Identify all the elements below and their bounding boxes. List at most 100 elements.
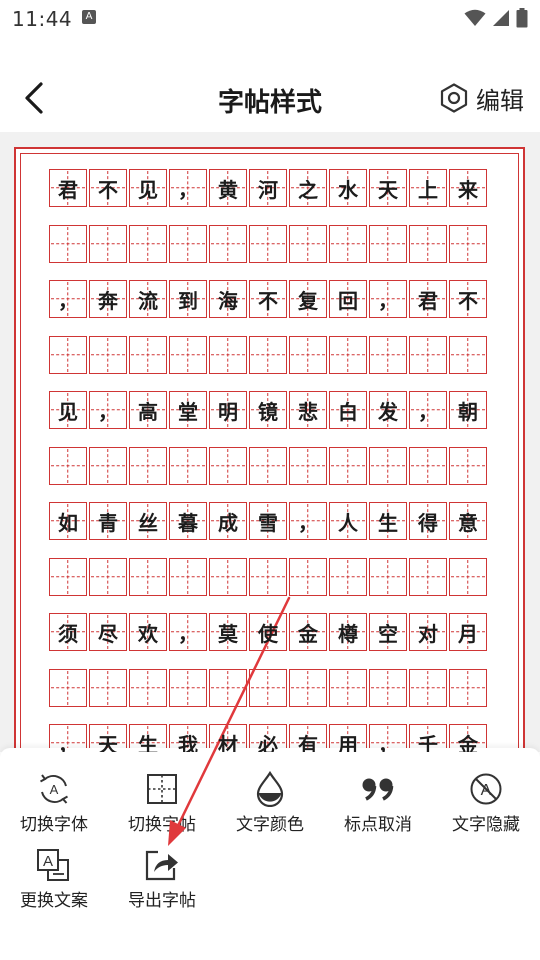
copybook-character: 流 bbox=[138, 288, 158, 313]
copybook-cell bbox=[289, 224, 327, 263]
back-button[interactable] bbox=[14, 78, 54, 118]
copybook-character bbox=[50, 670, 86, 706]
copybook-cell: 回 bbox=[329, 280, 367, 318]
copybook-character: 月 bbox=[458, 621, 478, 646]
copybook-cell bbox=[249, 446, 287, 485]
copybook-preview[interactable]: 君不见，黄河之水天上来，奔流到海不复回，君不见，高堂明镜悲白发，朝如青丝暮成雪，… bbox=[0, 132, 540, 752]
copybook-cell bbox=[369, 557, 407, 596]
copybook-character: 见 bbox=[58, 399, 78, 424]
copybook-cell: 樽 bbox=[329, 613, 367, 651]
copybook-cell: ， bbox=[89, 391, 127, 429]
switch-font-button[interactable]: A 切换字体 bbox=[0, 758, 108, 835]
copybook-character bbox=[370, 670, 406, 706]
cancel-punctuation-button[interactable]: 标点取消 bbox=[324, 758, 432, 835]
copybook-character bbox=[370, 226, 406, 262]
svg-text:A: A bbox=[50, 782, 59, 797]
copybook-cell bbox=[49, 668, 87, 707]
copybook-character: 金 bbox=[458, 732, 478, 753]
copybook-character: 天 bbox=[98, 732, 118, 753]
copybook-character bbox=[450, 337, 486, 373]
copybook-character: 使 bbox=[258, 621, 278, 646]
copybook-cell bbox=[209, 446, 247, 485]
copybook-cell: 海 bbox=[209, 280, 247, 318]
copybook-character bbox=[170, 226, 206, 262]
copybook-blank-row bbox=[49, 224, 487, 263]
copybook-character bbox=[330, 670, 366, 706]
copybook-character bbox=[90, 337, 126, 373]
copybook-cell bbox=[89, 224, 127, 263]
replace-text-button[interactable]: A 更换文案 bbox=[0, 834, 108, 911]
signal-icon bbox=[493, 10, 509, 26]
copybook-cell bbox=[209, 557, 247, 596]
font-switch-icon: A bbox=[40, 774, 68, 804]
copybook-cell: 千 bbox=[409, 724, 447, 752]
copybook-text-row: 见 ， 高堂明镜悲白发 ， 朝 bbox=[49, 391, 487, 429]
copybook-character: 必 bbox=[258, 732, 278, 753]
copybook-character bbox=[410, 670, 446, 706]
copybook-cell bbox=[49, 557, 87, 596]
copybook-text-row: 君不见 ， 黄河之水天上来 bbox=[49, 169, 487, 207]
copybook-text-row: 如青丝暮成雪 ， 人生得意 bbox=[49, 502, 487, 540]
hide-text-button[interactable]: A 文字隐藏 bbox=[432, 758, 540, 835]
text-color-label: 文字颜色 bbox=[236, 815, 304, 835]
copybook-character bbox=[450, 559, 486, 595]
copybook-character bbox=[50, 226, 86, 262]
copybook-cell: 朝 bbox=[449, 391, 487, 429]
copybook-character bbox=[290, 226, 326, 262]
copybook-cell bbox=[89, 557, 127, 596]
status-bar: 11:44 A bbox=[0, 0, 540, 36]
copybook-character: 见 bbox=[138, 177, 158, 202]
copybook-character bbox=[170, 448, 206, 484]
copybook-cell: 白 bbox=[329, 391, 367, 429]
copybook-character: 青 bbox=[98, 510, 118, 535]
copybook-cell: 必 bbox=[249, 724, 287, 752]
copybook-character bbox=[330, 226, 366, 262]
copybook-character: 不 bbox=[258, 288, 278, 313]
copybook-cell bbox=[369, 446, 407, 485]
header: 字帖样式 编辑 bbox=[0, 64, 540, 134]
copybook-cell bbox=[289, 668, 327, 707]
copybook-cell: 复 bbox=[289, 280, 327, 318]
copybook-cell: 雪 bbox=[249, 502, 287, 540]
copybook-character bbox=[410, 448, 446, 484]
copybook-character: 不 bbox=[98, 177, 118, 202]
text-color-button[interactable]: 文字颜色 bbox=[216, 758, 324, 835]
copybook-character: 河 bbox=[258, 177, 278, 202]
copybook-character: 莫 bbox=[218, 621, 238, 646]
copybook-character bbox=[250, 337, 286, 373]
copybook-character bbox=[50, 559, 86, 595]
copybook-cell: 莫 bbox=[209, 613, 247, 651]
copybook-character: 明 bbox=[218, 399, 238, 424]
copybook-character: 金 bbox=[298, 621, 318, 646]
copybook-character: 用 bbox=[338, 732, 358, 753]
copybook-cell: 意 bbox=[449, 502, 487, 540]
replace-text-label: 更换文案 bbox=[20, 891, 88, 911]
copybook-character: 不 bbox=[458, 288, 478, 313]
switch-copybook-button[interactable]: 切换字帖 bbox=[108, 758, 216, 835]
copybook-character: 欢 bbox=[138, 621, 158, 646]
copybook-character bbox=[130, 559, 166, 595]
copybook-cell: 丝 bbox=[129, 502, 167, 540]
copybook-blank-row bbox=[49, 335, 487, 374]
back-arrow-icon bbox=[25, 82, 43, 114]
copybook-character: 复 bbox=[298, 288, 318, 313]
copybook-text-row: ，奔流到海不复回，君不 bbox=[49, 280, 487, 318]
cancel-punctuation-label: 标点取消 bbox=[344, 815, 412, 835]
copybook-character: 成 bbox=[218, 510, 238, 535]
replace-text-icon: A bbox=[37, 849, 69, 881]
export-copybook-button[interactable]: 导出字帖 bbox=[108, 834, 216, 911]
copybook-character: 堂 bbox=[178, 399, 198, 424]
copybook-cell bbox=[49, 446, 87, 485]
copybook-cell: 不 bbox=[449, 280, 487, 318]
copybook-cell bbox=[249, 557, 287, 596]
copybook-cell bbox=[209, 668, 247, 707]
copybook-character bbox=[250, 559, 286, 595]
copybook-character bbox=[50, 448, 86, 484]
copybook-cell: ， bbox=[289, 502, 327, 540]
quote-icon bbox=[362, 778, 394, 801]
copybook-character bbox=[410, 559, 446, 595]
copybook-character bbox=[90, 670, 126, 706]
copybook-cell: 材 bbox=[209, 724, 247, 752]
switch-font-label: 切换字体 bbox=[20, 815, 88, 835]
edit-button[interactable]: 编辑 bbox=[440, 80, 524, 116]
